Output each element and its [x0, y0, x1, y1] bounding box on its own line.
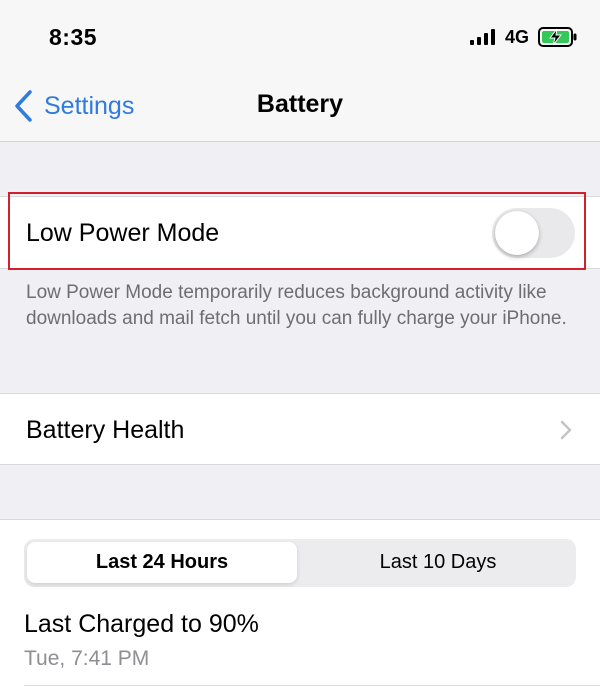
divider [24, 685, 600, 686]
battery-health-row[interactable]: Battery Health [0, 393, 600, 465]
cellular-signal-icon [470, 29, 495, 45]
low-power-mode-label: Low Power Mode [26, 219, 220, 247]
toggle-knob [495, 211, 539, 255]
page-title: Battery [256, 90, 344, 118]
chevron-right-icon [560, 420, 572, 440]
last-charged-time: Tue, 7:41 PM [24, 647, 150, 670]
low-power-mode-description: Low Power Mode temporarily reduces backg… [26, 282, 567, 329]
battery-health-label: Battery Health [26, 416, 185, 444]
low-power-mode-toggle[interactable] [492, 208, 575, 258]
network-type: 4G [505, 27, 530, 47]
status-bar: 8:35 4G [0, 0, 600, 70]
tab-last-24-hours[interactable]: Last 24 Hours [27, 542, 297, 583]
battery-charging-icon [538, 27, 577, 47]
last-charged-title: Last Charged to 90% [24, 610, 259, 638]
navigation-bar: Settings Battery [0, 70, 600, 142]
status-time: 8:35 [49, 24, 98, 50]
battery-usage-section: Last 24 Hours Last 10 Days Last Charged … [0, 519, 600, 690]
tab-last-10-days[interactable]: Last 10 Days [303, 542, 573, 583]
time-range-segmented-control: Last 24 Hours Last 10 Days [24, 539, 576, 587]
